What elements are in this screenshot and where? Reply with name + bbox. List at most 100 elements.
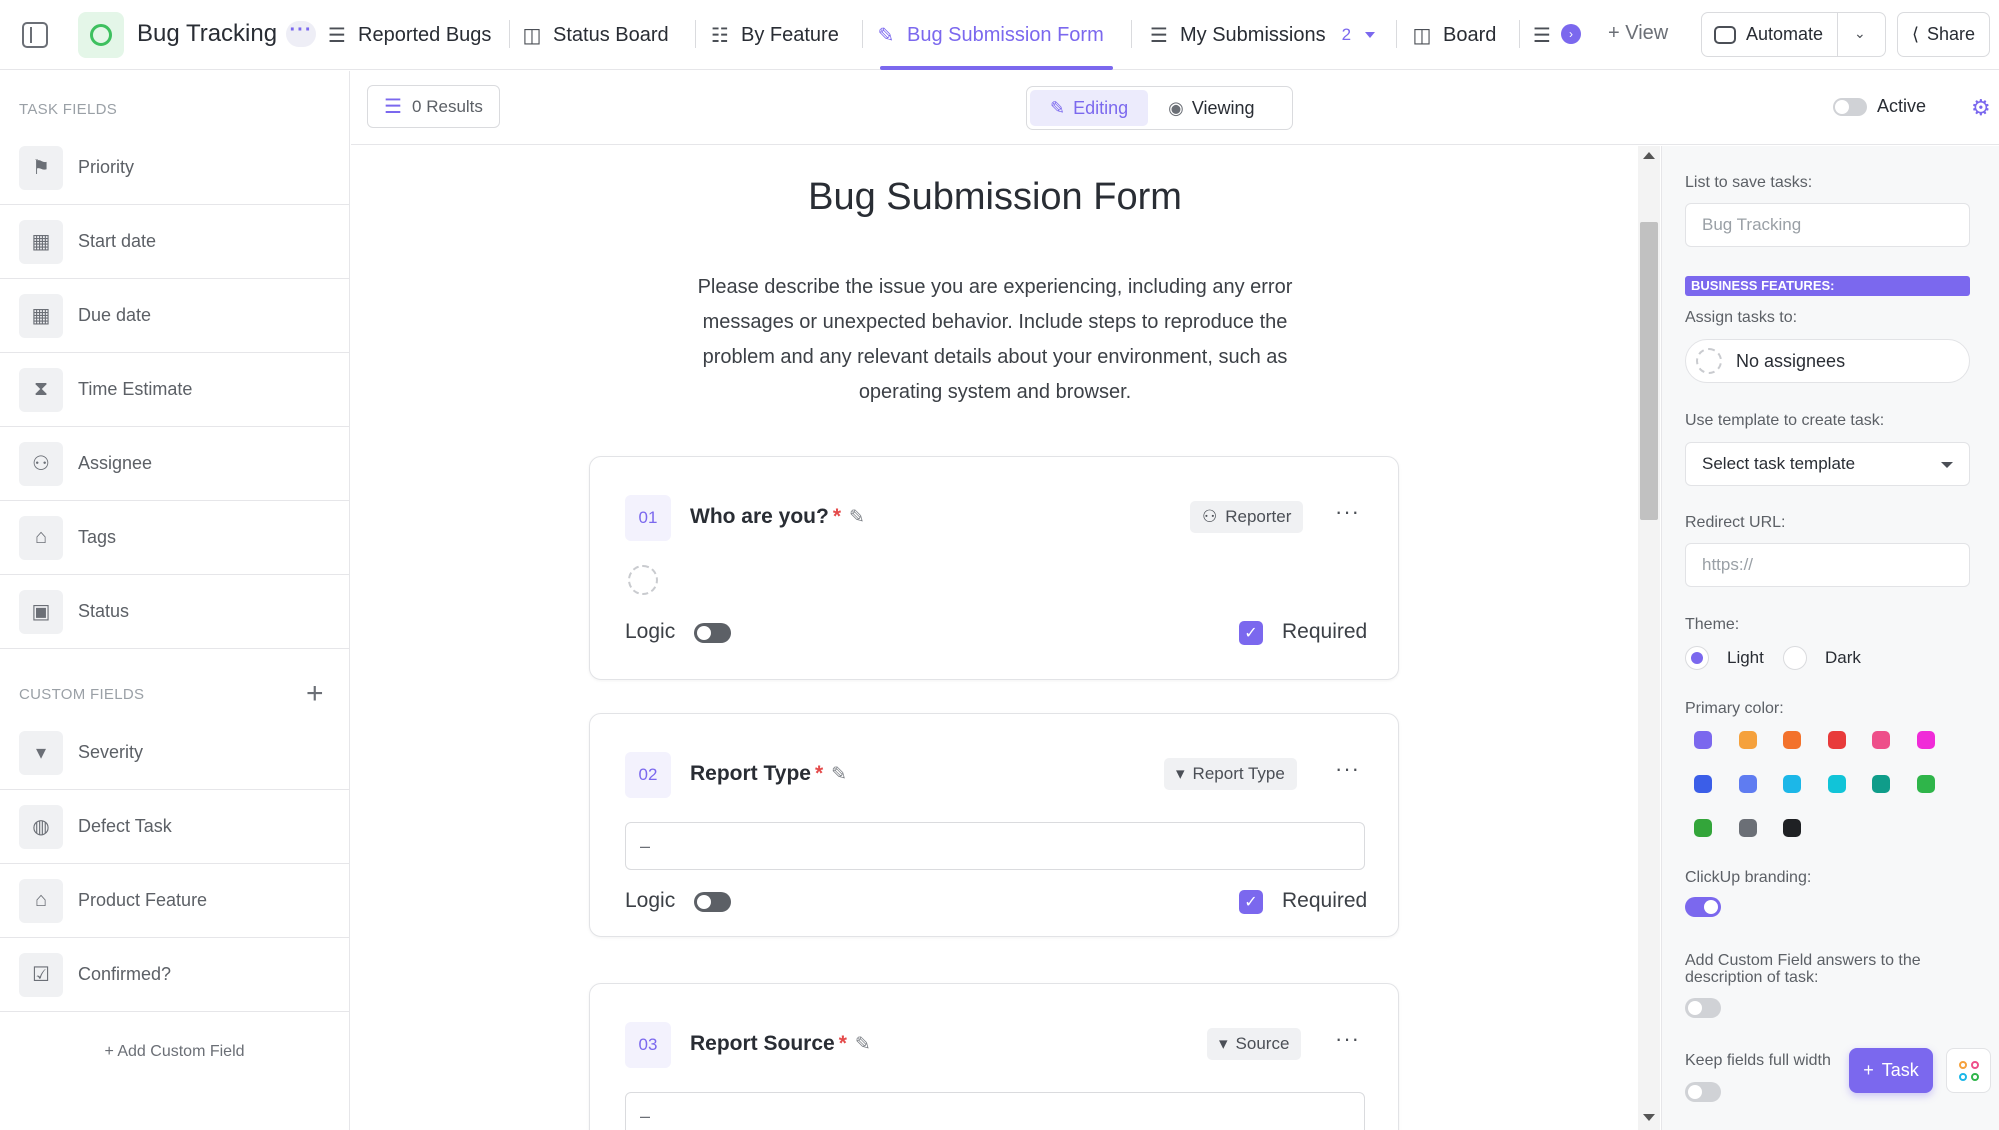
color-swatch[interactable] — [1694, 731, 1712, 749]
color-swatch[interactable] — [1783, 819, 1801, 837]
tab-reported-bugs[interactable]: ☰ Reported Bugs — [326, 0, 491, 70]
question-title[interactable]: Report Source * ✎ — [690, 1032, 871, 1056]
assign-tasks-field[interactable]: No assignees — [1685, 339, 1970, 383]
automate-button[interactable]: Automate ⌄ — [1701, 12, 1886, 57]
pencil-icon: ✎ — [1050, 97, 1066, 118]
color-swatch[interactable] — [1738, 819, 1757, 837]
question-card-2[interactable]: 02 Report Type * ✎ ▾ Report Type ··· – Log… — [589, 713, 1399, 937]
branding-label: ClickUp branding: — [1685, 869, 1812, 886]
color-swatch[interactable] — [1783, 731, 1801, 749]
space-icon[interactable] — [78, 12, 124, 58]
sidebar-item-time-estimate[interactable]: ⧗ Time Estimate — [0, 353, 349, 427]
tab-bug-submission-form[interactable]: ✎ Bug Submission Form — [875, 0, 1104, 70]
sidebar-item-assignee[interactable]: ⚇ Assignee — [0, 427, 349, 501]
sidebar-toggle-icon[interactable] — [22, 22, 48, 48]
pencil-icon[interactable]: ✎ — [855, 1034, 871, 1055]
question-title-text: Report Source — [690, 1032, 835, 1055]
sidebar-item-label: Confirmed? — [78, 964, 172, 984]
pencil-icon[interactable]: ✎ — [831, 764, 847, 785]
scroll-thumb[interactable] — [1640, 222, 1658, 520]
theme-dark-radio[interactable] — [1783, 646, 1807, 670]
add-custom-field-plus-icon[interactable]: + — [306, 679, 324, 709]
color-swatch[interactable] — [1872, 775, 1890, 793]
editing-label: Editing — [1073, 97, 1129, 118]
sidebar-item-confirmed[interactable]: ☑ Confirmed? — [0, 938, 349, 1012]
sidebar-item-defect-task[interactable]: ◍ Defect Task — [0, 790, 349, 864]
new-task-button[interactable]: + Task — [1849, 1048, 1933, 1093]
logic-toggle[interactable] — [694, 892, 731, 912]
sidebar-item-start-date[interactable]: ▦ Start date — [0, 205, 349, 279]
form-title[interactable]: Bug Submission Form — [351, 176, 1639, 219]
tab-board[interactable]: ◫ Board — [1411, 0, 1497, 70]
redirect-url-input[interactable]: https:// — [1685, 543, 1970, 587]
sidebar-item-label: Due date — [78, 305, 152, 325]
required-checkbox[interactable]: ✓ — [1239, 890, 1263, 914]
color-swatch[interactable] — [1694, 775, 1712, 793]
color-swatch[interactable] — [1827, 731, 1846, 749]
results-button[interactable]: ☰ 0 Results — [367, 85, 500, 128]
logic-label: Logic — [625, 889, 676, 912]
sidebar-item-priority[interactable]: ⚑ Priority — [0, 131, 349, 205]
question-title[interactable]: Report Type * ✎ — [690, 762, 847, 786]
question-more-button[interactable]: ··· — [1335, 1026, 1360, 1052]
color-swatch[interactable] — [1694, 819, 1712, 837]
assignee-avatar-placeholder[interactable] — [628, 565, 658, 595]
required-label: Required — [1282, 889, 1368, 912]
viewing-mode-button[interactable]: ◉ Viewing — [1148, 90, 1274, 126]
branding-toggle[interactable] — [1685, 897, 1721, 917]
color-swatch[interactable] — [1738, 775, 1757, 793]
custom-field-answers-toggle[interactable] — [1685, 998, 1721, 1018]
editing-mode-button[interactable]: ✎ Editing — [1030, 90, 1149, 126]
sidebar-item-label: Severity — [78, 742, 144, 762]
color-swatch[interactable] — [1738, 731, 1757, 749]
color-swatch[interactable] — [1827, 775, 1846, 793]
sidebar-item-tags[interactable]: ⌂ Tags — [0, 501, 349, 575]
scroll-up-arrow-icon[interactable] — [1643, 152, 1655, 159]
tab-divider — [1131, 20, 1132, 48]
pencil-icon[interactable]: ✎ — [849, 507, 865, 528]
more-tabs-arrow-icon[interactable]: › — [1561, 24, 1581, 44]
report-source-dropdown[interactable]: – — [625, 1092, 1365, 1130]
full-width-toggle[interactable] — [1685, 1082, 1721, 1102]
tab-by-feature[interactable]: ☷ By Feature — [709, 0, 839, 70]
question-card-3[interactable]: 03 Report Source * ✎ ▾ Source ··· – — [589, 983, 1399, 1130]
color-swatch[interactable] — [1872, 731, 1890, 749]
color-swatch[interactable] — [1783, 775, 1801, 793]
globe-icon: ◍ — [19, 804, 63, 849]
space-more-button[interactable]: ··· — [286, 20, 316, 47]
color-swatch[interactable] — [1916, 731, 1935, 749]
question-more-button[interactable]: ··· — [1335, 499, 1360, 525]
share-button[interactable]: ⟨ Share — [1897, 12, 1990, 57]
form-scrollbar[interactable] — [1638, 146, 1660, 1130]
sidebar-item-status[interactable]: ▣ Status — [0, 575, 349, 649]
gear-icon[interactable]: ⚙ — [1971, 95, 1991, 121]
chevron-down-icon[interactable]: ⌄ — [1854, 25, 1866, 42]
active-toggle[interactable] — [1833, 98, 1867, 116]
tab-my-submissions[interactable]: ☰ My Submissions 2 — [1148, 0, 1376, 70]
color-swatch[interactable] — [1916, 775, 1935, 793]
required-star: * — [814, 762, 824, 785]
logic-toggle[interactable] — [694, 623, 731, 643]
question-more-button[interactable]: ··· — [1335, 756, 1360, 782]
add-view-button[interactable]: + View — [1608, 22, 1668, 45]
apps-grid-button[interactable] — [1946, 1048, 1991, 1093]
add-custom-field-button[interactable]: + Add Custom Field — [0, 1043, 349, 1061]
space-title[interactable]: Bug Tracking — [137, 20, 277, 48]
question-card-1[interactable]: 01 Who are you? * ✎ ⚇ Reporter ··· Logic ✓… — [589, 456, 1399, 680]
task-fields-heading: TASK FIELDS — [19, 101, 118, 118]
report-type-dropdown[interactable]: – — [625, 822, 1365, 870]
primary-color-label: Primary color: — [1685, 700, 1784, 717]
chevron-down-icon[interactable] — [1365, 32, 1376, 38]
sidebar-item-severity[interactable]: ▾ Severity — [0, 716, 349, 790]
scroll-down-arrow-icon[interactable] — [1643, 1114, 1655, 1121]
sidebar-item-due-date[interactable]: ▦ Due date — [0, 279, 349, 353]
theme-light-radio[interactable] — [1685, 646, 1709, 670]
list-to-save-field[interactable]: Bug Tracking — [1685, 203, 1970, 247]
tab-status-board[interactable]: ◫ Status Board — [521, 0, 669, 70]
form-description[interactable]: Please describe the issue you are experi… — [681, 270, 1309, 410]
tab-overflow[interactable]: ☰ — [1531, 0, 1553, 70]
required-checkbox[interactable]: ✓ — [1239, 621, 1263, 645]
sidebar-item-product-feature[interactable]: ⌂ Product Feature — [0, 864, 349, 938]
question-title[interactable]: Who are you? * ✎ — [690, 505, 865, 529]
task-template-select[interactable]: Select task template — [1685, 442, 1970, 486]
